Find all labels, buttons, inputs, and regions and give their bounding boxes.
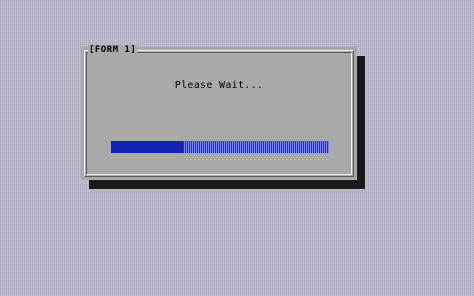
wait-dialog: [FORM 1] Please Wait... [81, 45, 357, 180]
progress-bar-fill [111, 141, 183, 153]
progress-bar [111, 141, 329, 153]
desktop-background: { "dialog": { "title": "[FORM 1]", "mess… [0, 0, 474, 296]
dialog-frame [84, 50, 354, 177]
dialog-title: [FORM 1] [88, 45, 138, 56]
wait-message: Please Wait... [174, 80, 264, 91]
